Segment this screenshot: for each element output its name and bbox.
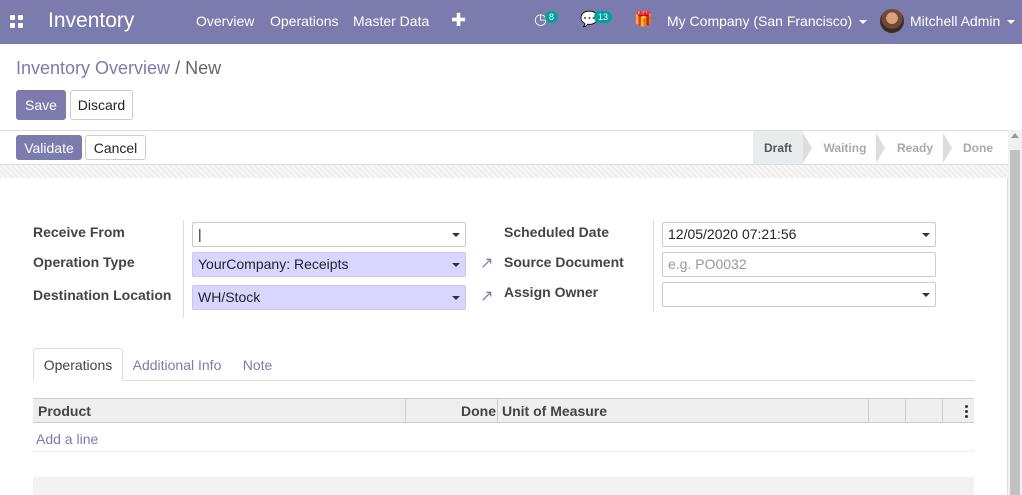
destination-location-input[interactable]: WH/Stock	[192, 285, 466, 310]
chevron-down-icon	[1007, 20, 1016, 25]
column-divider	[405, 399, 406, 423]
message-count-badge: 13	[594, 11, 613, 23]
operation-type-label: Operation Type	[33, 254, 135, 270]
stage-separator-icon	[943, 133, 952, 163]
optional-columns-icon[interactable]	[965, 405, 968, 418]
company-name: My Company (San Francisco)	[667, 13, 853, 29]
sheet-background-strip	[0, 165, 1008, 178]
source-document-input[interactable]: e.g. PO0032	[662, 252, 936, 277]
tab-note[interactable]: Note	[236, 348, 279, 381]
stage-separator-icon	[803, 133, 812, 163]
table-footer	[33, 477, 974, 495]
save-button[interactable]: Save	[16, 90, 66, 120]
source-document-label: Source Document	[504, 254, 624, 270]
column-product[interactable]: Product	[38, 403, 91, 419]
source-document-placeholder: e.g. PO0032	[668, 256, 747, 272]
add-line-row	[33, 426, 974, 452]
receive-from-label: Receive From	[33, 224, 125, 240]
stage-draft: Draft	[753, 131, 803, 164]
top-navbar: Inventory Overview Operations Master Dat…	[0, 0, 1022, 44]
company-switcher[interactable]: My Company (San Francisco)	[667, 13, 868, 29]
user-menu[interactable]: Mitchell Admin	[910, 13, 1016, 29]
field-divider	[183, 220, 184, 318]
destination-location-label: Destination Location	[33, 287, 172, 303]
user-name: Mitchell Admin	[910, 13, 1001, 29]
tab-operations[interactable]: Operations	[33, 348, 123, 381]
scrollbar-thumb[interactable]	[1010, 150, 1020, 495]
operation-type-value: YourCompany: Receipts	[198, 256, 349, 272]
receive-from-input[interactable]: |	[192, 222, 466, 247]
column-done[interactable]: Done	[461, 403, 496, 419]
column-divider	[905, 399, 906, 423]
breadcrumb-current: New	[185, 58, 222, 78]
chevron-down-icon[interactable]	[922, 293, 930, 297]
plus-icon[interactable]: ✚	[451, 10, 466, 31]
external-link-icon[interactable]: ↗	[480, 256, 496, 272]
app-title[interactable]: Inventory	[48, 9, 134, 33]
add-line-link[interactable]: Add a line	[36, 431, 98, 447]
assign-owner-input[interactable]	[662, 282, 936, 307]
chevron-down-icon[interactable]	[452, 263, 460, 267]
scheduled-date-value: 12/05/2020 07:21:56	[668, 226, 797, 242]
external-link-icon[interactable]: ↗	[480, 289, 496, 305]
receive-from-value: |	[198, 226, 202, 242]
validate-button[interactable]: Validate	[16, 135, 82, 160]
breadcrumb-parent[interactable]: Inventory Overview	[16, 58, 170, 78]
discard-button[interactable]: Discard	[70, 90, 133, 120]
field-divider	[653, 220, 654, 312]
breadcrumb: Inventory Overview / New	[16, 58, 221, 79]
operation-type-input[interactable]: YourCompany: Receipts	[192, 252, 466, 277]
chevron-down-icon	[859, 20, 868, 25]
tab-additional-info[interactable]: Additional Info	[130, 348, 224, 381]
menu-operations[interactable]: Operations	[270, 13, 338, 29]
user-avatar[interactable]	[880, 9, 904, 33]
chevron-down-icon[interactable]	[922, 233, 930, 237]
column-divider	[868, 399, 869, 423]
column-unit-of-measure[interactable]: Unit of Measure	[502, 403, 607, 419]
apps-menu-icon[interactable]	[10, 15, 23, 28]
scheduled-date-input[interactable]: 12/05/2020 07:21:56	[662, 222, 936, 247]
assign-owner-label: Assign Owner	[504, 284, 599, 300]
stage-separator-icon	[876, 133, 885, 163]
chevron-down-icon[interactable]	[452, 233, 460, 237]
gift-icon[interactable]: 🎁	[634, 10, 653, 28]
scheduled-date-label: Scheduled Date	[504, 224, 610, 240]
cancel-button[interactable]: Cancel	[85, 135, 146, 160]
destination-location-value: WH/Stock	[198, 289, 261, 305]
column-divider	[942, 399, 943, 423]
activity-count-badge: 8	[545, 11, 559, 23]
chevron-down-icon[interactable]	[452, 296, 460, 300]
stage-waiting: Waiting	[823, 140, 867, 155]
menu-overview[interactable]: Overview	[196, 13, 254, 29]
breadcrumb-separator: /	[175, 58, 181, 78]
menu-master-data[interactable]: Master Data	[353, 13, 429, 29]
stage-done: Done	[963, 140, 993, 155]
scroll-up-icon[interactable]	[1011, 133, 1019, 138]
column-divider	[497, 399, 498, 423]
stage-ready: Ready	[896, 140, 934, 155]
